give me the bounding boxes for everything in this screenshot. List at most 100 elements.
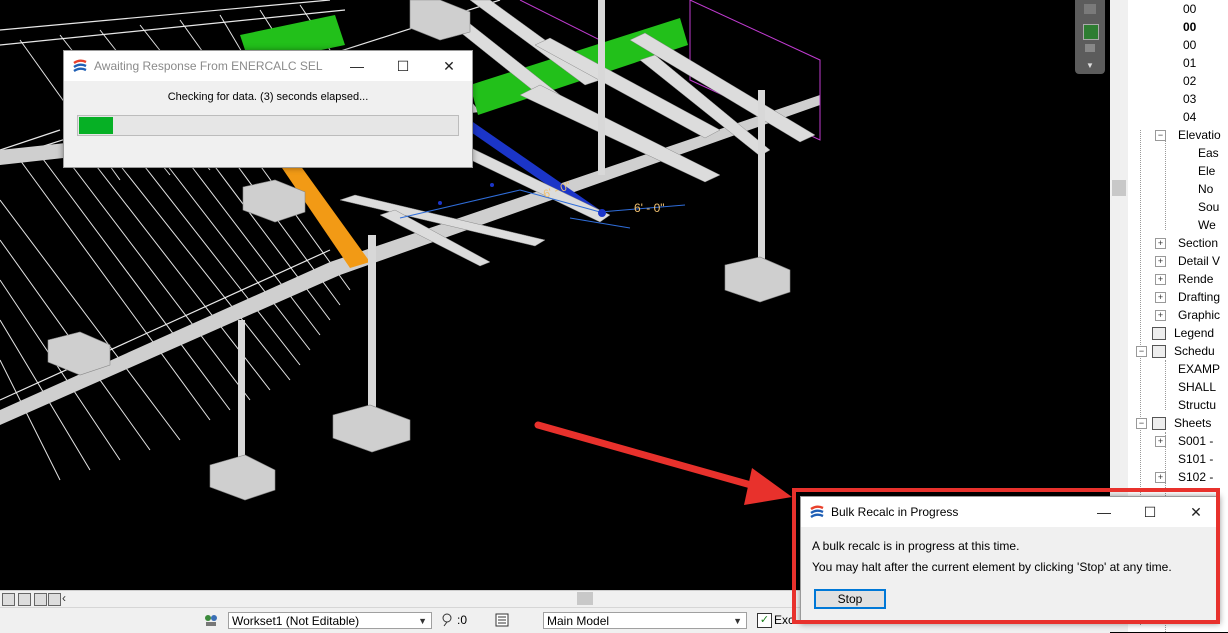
maximize-button[interactable]: ☐	[380, 51, 426, 81]
browser-item[interactable]: EXAMP	[1128, 360, 1228, 378]
browser-item-label: Sou	[1198, 200, 1220, 214]
browser-item[interactable]: Structu	[1128, 396, 1228, 414]
design-option-value: Main Model	[547, 614, 610, 628]
bulk-message-line1: A bulk recalc is in progress at this tim…	[812, 539, 1020, 553]
browser-item[interactable]: 00	[1128, 0, 1228, 18]
steering-wheel-icon[interactable]	[1083, 24, 1099, 40]
workset-select-value: Workset1 (Not Editable)	[232, 614, 360, 628]
dimension-label: 6' - 0"	[634, 201, 665, 215]
progress-bar-fill	[79, 117, 113, 134]
browser-node-sheets[interactable]: − Sheets	[1128, 414, 1228, 432]
nav-dropdown-icon[interactable]: ▼	[1086, 62, 1094, 70]
browser-item-label: Eas	[1198, 146, 1219, 160]
scroll-left-icon[interactable]: ‹	[62, 591, 66, 605]
exclude-options-label: Exc	[774, 613, 795, 627]
progress-bar	[77, 115, 459, 136]
view-cube-icon[interactable]	[1084, 4, 1096, 14]
close-button[interactable]: ✕	[426, 51, 472, 81]
browser-item[interactable]: Eas	[1128, 144, 1228, 162]
enercalc-logo-icon	[73, 59, 87, 73]
browser-item-label: Graphic	[1178, 308, 1221, 322]
expand-icon[interactable]: +	[1155, 436, 1166, 447]
expand-icon[interactable]: +	[1155, 292, 1166, 303]
browser-item[interactable]: 04	[1128, 108, 1228, 126]
browser-item-label: Rende	[1178, 272, 1214, 286]
design-options-icon[interactable]	[495, 613, 509, 627]
design-option-select[interactable]: Main Model ▼	[543, 612, 747, 629]
browser-item[interactable]: 01	[1128, 54, 1228, 72]
maximize-button[interactable]: ☐	[1127, 497, 1173, 527]
browser-node-elevations[interactable]: − Elevatio	[1128, 126, 1228, 144]
scrollbar-thumb[interactable]	[1112, 180, 1126, 196]
editable-requests-icon[interactable]	[441, 613, 455, 627]
browser-node-renderings[interactable]: + Rende	[1128, 270, 1228, 288]
browser-item[interactable]: 00	[1128, 18, 1228, 36]
browser-item[interactable]: + S102 -	[1128, 468, 1228, 486]
worksets-icon[interactable]	[204, 613, 218, 627]
expand-icon[interactable]: +	[1155, 238, 1166, 249]
legend-icon	[1152, 327, 1166, 340]
horizontal-scrollbar-thumb[interactable]	[577, 592, 593, 605]
browser-item[interactable]: Sou	[1128, 198, 1228, 216]
collapse-icon[interactable]: −	[1136, 346, 1147, 357]
browser-item[interactable]: 03	[1128, 90, 1228, 108]
browser-node-sections[interactable]: + Section	[1128, 234, 1228, 252]
expand-icon[interactable]: +	[1155, 274, 1166, 285]
status-message: Checking for data. (3) seconds elapsed..…	[167, 91, 369, 103]
minimize-button[interactable]: —	[1081, 497, 1127, 527]
browser-node-detail-views[interactable]: + Detail V	[1128, 252, 1228, 270]
collapse-icon[interactable]: −	[1136, 418, 1147, 429]
browser-item-label: Section	[1178, 236, 1219, 250]
chevron-down-icon: ▼	[733, 616, 742, 626]
bulk-message-line2: You may halt after the current element b…	[812, 560, 1172, 574]
browser-item-label: 01	[1183, 56, 1197, 70]
browser-item[interactable]: No	[1128, 180, 1228, 198]
browser-node-drafting[interactable]: + Drafting	[1128, 288, 1228, 306]
browser-item-label: No	[1198, 182, 1214, 196]
browser-item[interactable]: + S001 -	[1128, 432, 1228, 450]
minimize-button[interactable]: —	[334, 51, 380, 81]
browser-item-label: Ele	[1198, 164, 1216, 178]
sun-path-icon[interactable]	[34, 593, 47, 606]
dialog-titlebar[interactable]: Awaiting Response From ENERCALC SEL — ☐ …	[64, 51, 472, 81]
navigation-bar[interactable]: ▼	[1075, 0, 1105, 74]
zoom-icon[interactable]	[1085, 44, 1095, 52]
browser-item-label: S102 -	[1178, 470, 1214, 484]
visual-style-icon[interactable]	[18, 593, 31, 606]
expand-icon[interactable]: +	[1155, 256, 1166, 267]
stop-button[interactable]: Stop	[814, 589, 886, 609]
workset-select[interactable]: Workset1 (Not Editable) ▼	[228, 612, 432, 629]
dialog-titlebar[interactable]: Bulk Recalc in Progress — ☐ ✕	[801, 497, 1219, 527]
browser-item-label: SHALL	[1178, 380, 1217, 394]
browser-item[interactable]: SHALL	[1128, 378, 1228, 396]
browser-item-label: S001 -	[1178, 434, 1214, 448]
browser-item-label: Sheets	[1174, 416, 1212, 430]
enercalc-logo-icon	[810, 505, 824, 519]
expand-icon[interactable]: +	[1155, 472, 1166, 483]
dialog-title: Awaiting Response From ENERCALC SEL	[94, 59, 323, 73]
detail-level-icon[interactable]	[2, 593, 15, 606]
browser-item[interactable]: 00	[1128, 36, 1228, 54]
browser-item[interactable]: Ele	[1128, 162, 1228, 180]
awaiting-response-dialog: Awaiting Response From ENERCALC SEL — ☐ …	[63, 50, 473, 168]
browser-item-label: Structu	[1178, 398, 1217, 412]
crop-view-icon[interactable]	[48, 593, 61, 606]
browser-item-label: 03	[1183, 92, 1197, 106]
dialog-title: Bulk Recalc in Progress	[831, 505, 959, 519]
chevron-down-icon: ▼	[418, 616, 427, 626]
browser-item-label: EXAMP	[1178, 362, 1221, 376]
browser-node-schedules[interactable]: − Schedu	[1128, 342, 1228, 360]
browser-item[interactable]: 02	[1128, 72, 1228, 90]
browser-item-label: Elevatio	[1178, 128, 1221, 142]
sheets-icon	[1152, 417, 1166, 430]
browser-node-legends[interactable]: Legend	[1128, 324, 1228, 342]
exclude-options-checkbox[interactable]: ✓	[757, 613, 772, 628]
browser-item[interactable]: S101 -	[1128, 450, 1228, 468]
collapse-icon[interactable]: −	[1155, 130, 1166, 141]
browser-item-label: Drafting	[1178, 290, 1221, 304]
browser-node-graphics[interactable]: + Graphic	[1128, 306, 1228, 324]
browser-item[interactable]: We	[1128, 216, 1228, 234]
expand-icon[interactable]: +	[1155, 310, 1166, 321]
browser-item-label: 00	[1183, 2, 1197, 16]
close-button[interactable]: ✕	[1173, 497, 1219, 527]
